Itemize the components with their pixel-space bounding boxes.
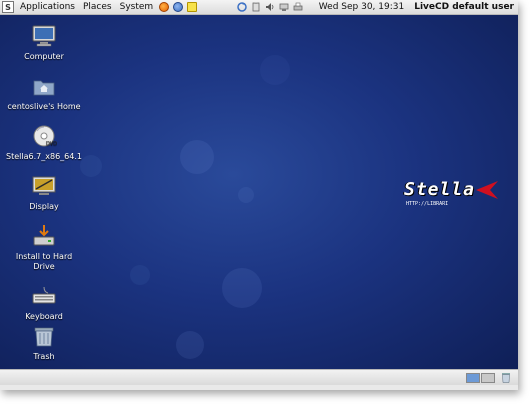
wallpaper-bokeh xyxy=(238,187,254,203)
home-folder-icon xyxy=(33,80,55,96)
computer-icon xyxy=(32,25,56,47)
printer-icon[interactable] xyxy=(293,2,303,12)
desktop-icon-label: Stella6.7_x86_64.1 xyxy=(6,152,82,161)
computer-desktop-icon[interactable]: Computer xyxy=(4,23,84,62)
desktop-icon-label: Keyboard xyxy=(25,312,63,321)
distro-logo-icon[interactable]: S xyxy=(2,1,14,13)
menu-system[interactable]: System xyxy=(116,0,158,14)
desktop[interactable]: Computer centoslive's Home DVD Stella6.7… xyxy=(0,15,518,369)
trash-icon xyxy=(34,327,54,347)
wallpaper-logo-text: Stella xyxy=(404,179,476,200)
trash-icon[interactable] xyxy=(501,372,511,383)
panel-clock[interactable]: Wed Sep 30, 19:31 xyxy=(313,2,410,12)
wallpaper-bokeh xyxy=(176,331,204,359)
home-desktop-icon[interactable]: centoslive's Home xyxy=(4,73,84,112)
desktop-icon-label: Install to Hard Drive xyxy=(15,252,73,271)
user-switcher[interactable]: LiveCD default user xyxy=(410,2,518,12)
dvd-icon: DVD xyxy=(33,125,57,147)
network-icon[interactable] xyxy=(279,2,289,12)
svg-text:DVD: DVD xyxy=(46,141,57,147)
wallpaper-bokeh xyxy=(260,55,290,85)
keyboard-desktop-icon[interactable]: Keyboard xyxy=(4,283,84,322)
install-desktop-icon[interactable]: Install to Hard Drive xyxy=(4,223,84,272)
volume-icon[interactable] xyxy=(265,2,275,12)
desktop-icon-label: Trash xyxy=(33,352,55,361)
wallpaper-bokeh xyxy=(130,265,150,285)
display-icon xyxy=(32,176,56,195)
firefox-icon[interactable] xyxy=(159,2,170,12)
star-mark-icon xyxy=(476,181,498,199)
workspace-1[interactable] xyxy=(466,373,480,383)
wallpaper-logo-url: HTTP://LIBRARI xyxy=(406,201,449,207)
wallpaper-bokeh xyxy=(180,140,214,174)
menu-applications[interactable]: Applications xyxy=(16,0,79,14)
disc-desktop-icon[interactable]: DVD Stella6.7_x86_64.1 xyxy=(4,123,84,162)
menu-places[interactable]: Places xyxy=(79,0,116,14)
bottom-panel xyxy=(0,369,518,385)
keyboard-icon xyxy=(32,286,56,304)
desktop-icon-label: Computer xyxy=(24,52,64,61)
wallpaper-logo: Stella HTTP://LIBRARI xyxy=(404,179,500,213)
browser-icon[interactable] xyxy=(173,2,184,12)
workspace-2[interactable] xyxy=(481,373,495,383)
clipboard-icon[interactable] xyxy=(251,2,261,12)
screen-frame: S Applications Places System Wed Sep 30,… xyxy=(0,0,518,390)
wallpaper-bokeh xyxy=(222,268,262,308)
top-panel: S Applications Places System Wed Sep 30,… xyxy=(0,0,518,15)
desktop-icon-label: Display xyxy=(29,202,59,211)
install-icon xyxy=(33,225,55,246)
desktop-icon-label: centoslive's Home xyxy=(7,102,81,111)
update-icon[interactable] xyxy=(237,2,247,12)
display-desktop-icon[interactable]: Display xyxy=(4,173,84,212)
text-editor-icon[interactable] xyxy=(187,2,198,12)
trash-desktop-icon[interactable]: Trash xyxy=(4,323,84,362)
